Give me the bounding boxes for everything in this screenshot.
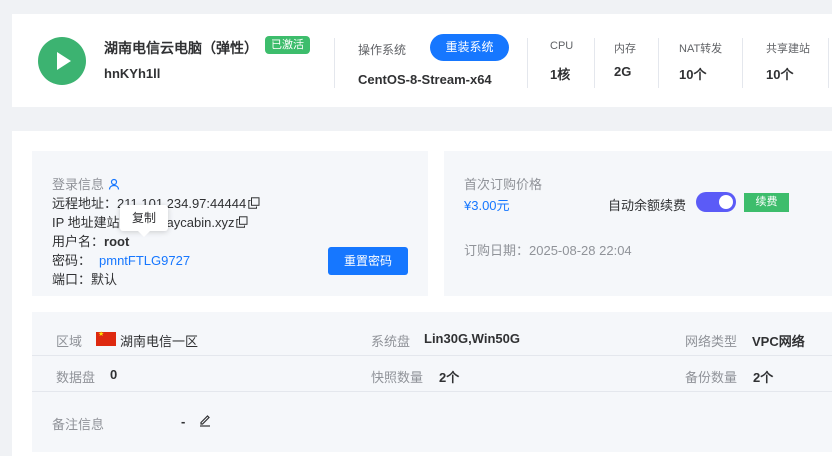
os-value: CentOS-8-Stream-x64 xyxy=(358,72,492,87)
instance-header: 湖南电信云电脑（弹性） 已激活 hnKYh1ll 操作系统 重装系统 CentO… xyxy=(12,14,832,107)
port-row: 端口：默认 xyxy=(52,272,118,287)
spec-cpu-label: CPU xyxy=(550,40,574,52)
login-info-panel: 登录信息 远程地址：211.101.234.97:44444 IP 地址建站 ja… xyxy=(32,151,428,296)
spec-cpu-value: 1核 xyxy=(550,67,571,82)
divider xyxy=(527,38,528,88)
backup-count-value: 2个 xyxy=(753,370,774,385)
play-icon[interactable] xyxy=(38,37,86,85)
status-badge: 已激活 xyxy=(265,36,310,54)
data-disk-value: 0 xyxy=(110,367,118,382)
instance-id: hnKYh1ll xyxy=(104,66,161,81)
reinstall-button[interactable]: 重装系统 xyxy=(430,34,509,61)
china-flag-icon xyxy=(96,330,116,346)
divider xyxy=(32,391,832,392)
data-disk-label: 数据盘 xyxy=(56,370,96,385)
divider xyxy=(594,38,595,88)
divider xyxy=(32,355,832,356)
backup-count-label: 备份数量 xyxy=(685,370,738,385)
region-value: 湖南电信一区 xyxy=(120,334,199,349)
auto-renew-label: 自动余额续费 xyxy=(608,198,687,213)
spec-memory-value: 2G xyxy=(614,64,632,79)
network-type-value: VPC网络 xyxy=(752,334,805,349)
price-value: ¥3.00元 xyxy=(464,198,510,213)
system-disk-label: 系统盘 xyxy=(371,334,411,349)
remark-value: - xyxy=(181,414,186,429)
user-icon xyxy=(108,178,120,190)
region-label: 区域 xyxy=(56,334,83,349)
system-disk-value: Lin30G,Win50G xyxy=(424,331,520,346)
divider xyxy=(742,38,743,88)
remark-label: 备注信息 xyxy=(52,417,105,432)
username-row: 用户名：root xyxy=(52,234,130,249)
password-value[interactable]: pmntFTLG9727 xyxy=(99,253,190,268)
spec-nat-value: 10个 xyxy=(679,67,707,82)
port-value: 默认 xyxy=(91,272,118,287)
snapshot-count-value: 2个 xyxy=(439,370,460,385)
instance-name: 湖南电信云电脑（弹性） xyxy=(104,40,258,56)
copy-icon[interactable] xyxy=(236,216,248,228)
price-label: 首次订购价格 xyxy=(464,177,543,192)
divider xyxy=(658,38,659,88)
os-label: 操作系统 xyxy=(358,43,407,57)
username-value: root xyxy=(104,234,130,249)
spec-site-label: 共享建站 xyxy=(766,43,810,55)
copy-icon[interactable] xyxy=(248,197,260,209)
reset-password-button[interactable]: 重置密码 xyxy=(328,247,408,275)
ip-site-value: jaycabin.xyz xyxy=(163,215,235,230)
divider xyxy=(828,38,829,88)
instance-detail-card: 登录信息 远程地址：211.101.234.97:44444 IP 地址建站 ja… xyxy=(12,131,832,456)
spec-memory-label: 内存 xyxy=(614,43,636,55)
network-type-label: 网络类型 xyxy=(685,334,738,349)
order-date-value: 2025-08-28 22:04 xyxy=(529,243,632,258)
spec-nat-label: NAT转发 xyxy=(679,43,723,55)
divider xyxy=(334,38,335,88)
order-info-panel: 首次订购价格 ¥3.00元 自动余额续费 续费 订购日期：2025-08-28 … xyxy=(444,151,832,296)
spec-site-value: 10个 xyxy=(766,67,794,82)
login-title: 登录信息 xyxy=(52,174,120,193)
renew-button[interactable]: 续费 xyxy=(744,193,789,212)
password-row: 密码： pmntFTLG9727 xyxy=(52,253,191,268)
instance-details-grid: 区域 湖南电信一区 系统盘 Lin30G,Win50G 网络类型 VPC网络 数… xyxy=(32,312,832,452)
auto-renew-toggle[interactable] xyxy=(696,192,736,212)
snapshot-count-label: 快照数量 xyxy=(371,370,424,385)
copy-tooltip: 复制 xyxy=(120,205,168,237)
edit-icon[interactable] xyxy=(198,413,212,427)
order-date-row: 订购日期：2025-08-28 22:04 xyxy=(464,243,632,258)
